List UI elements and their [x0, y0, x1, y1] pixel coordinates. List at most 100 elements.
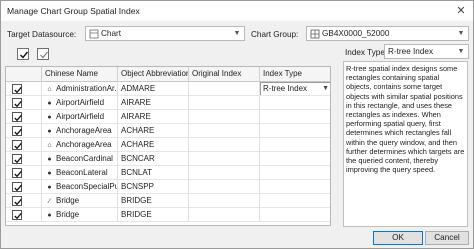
chinese-name-cell[interactable]: ● AnchorageArea: [42, 124, 118, 138]
chinese-name-cell[interactable]: ● BeaconCardinal: [42, 152, 118, 166]
index-type-label: Index Type:: [345, 48, 388, 57]
chinese-name-cell[interactable]: ∕ Bridge: [42, 194, 118, 208]
point-geometry-icon: ●: [47, 170, 52, 177]
table-row[interactable]: ● AirportAirfield AIRARE: [6, 110, 330, 124]
cancel-button[interactable]: Cancel: [425, 231, 469, 245]
row-checkbox[interactable]: [12, 112, 22, 122]
index-type-cell[interactable]: [260, 138, 330, 152]
index-type-dropdown[interactable]: R-tree Index ▼: [260, 82, 330, 95]
row-checkbox[interactable]: [12, 210, 22, 220]
target-datasource-value: Chart: [101, 29, 122, 38]
chinese-name-cell[interactable]: ⌂ AdministrationAr...: [42, 82, 118, 96]
row-check-cell: [6, 194, 42, 208]
chinese-name-cell[interactable]: ⌂ AnchorageArea: [42, 138, 118, 152]
row-checkbox[interactable]: [12, 154, 22, 164]
chinese-name-cell[interactable]: ● Bridge: [42, 208, 118, 222]
object-abbreviation-cell[interactable]: BCNLAT: [118, 166, 189, 180]
point-geometry-icon: ●: [47, 128, 52, 135]
original-index-cell[interactable]: [189, 152, 260, 166]
chevron-down-icon[interactable]: ▼: [456, 46, 466, 58]
chinese-name-text: AnchorageArea: [56, 140, 112, 149]
index-description: R-tree spatial index designs some rectan…: [343, 61, 468, 227]
index-type-cell[interactable]: [260, 166, 330, 180]
object-abbreviation-cell[interactable]: BRIDGE: [118, 194, 189, 208]
chart-group-combo[interactable]: GB4X0000_52000 ▼: [306, 26, 469, 41]
table-row[interactable]: ● AirportAirfield AIRARE: [6, 96, 330, 110]
layer-index-table[interactable]: Chinese Name Object Abbreviation Origina…: [5, 66, 331, 226]
chevron-down-icon[interactable]: ▼: [322, 83, 329, 95]
select-all-checkbox-icon[interactable]: [17, 48, 29, 60]
table-row[interactable]: ● Bridge BRIDGE: [6, 208, 330, 222]
table-row[interactable]: ● BeaconCardinal BCNCAR: [6, 152, 330, 166]
datasource-icon: [89, 29, 99, 39]
table-row[interactable]: ⌂ AdministrationAr... ADMARE R-tree Index ▼: [6, 82, 330, 96]
row-check-cell: [6, 166, 42, 180]
object-abbreviation-cell[interactable]: AIRARE: [118, 110, 189, 124]
chevron-down-icon[interactable]: ▼: [456, 28, 466, 40]
row-checkbox[interactable]: [12, 84, 22, 94]
index-type-cell[interactable]: [260, 194, 330, 208]
row-check-cell: [6, 138, 42, 152]
original-index-cell[interactable]: [189, 194, 260, 208]
object-abbreviation-cell[interactable]: AIRARE: [118, 96, 189, 110]
column-header-check[interactable]: [6, 67, 42, 82]
object-abbreviation-cell[interactable]: BCNSPP: [118, 180, 189, 194]
target-datasource-combo[interactable]: Chart ▼: [85, 26, 245, 41]
row-checkbox[interactable]: [12, 140, 22, 150]
index-type-cell[interactable]: [260, 208, 330, 222]
chevron-down-icon[interactable]: ▼: [232, 28, 242, 40]
object-abbreviation-cell[interactable]: ADMARE: [118, 82, 189, 96]
table-row[interactable]: ● AnchorageArea ACHARE: [6, 124, 330, 138]
index-type-cell[interactable]: R-tree Index ▼: [260, 82, 330, 96]
row-checkbox[interactable]: [12, 182, 22, 192]
chinese-name-cell[interactable]: ● BeaconLateral: [42, 166, 118, 180]
original-index-cell[interactable]: [189, 110, 260, 124]
index-type-cell[interactable]: [260, 124, 330, 138]
close-icon[interactable]: ✕: [453, 3, 469, 19]
row-checkbox[interactable]: [12, 196, 22, 206]
select-invert-checkbox-icon[interactable]: [37, 48, 49, 60]
table-header: Chinese Name Object Abbreviation Origina…: [6, 67, 330, 82]
object-abbreviation-cell[interactable]: ACHARE: [118, 138, 189, 152]
object-abbreviation-cell[interactable]: ACHARE: [118, 124, 189, 138]
column-header-original-index[interactable]: Original Index: [189, 67, 260, 82]
index-type-cell[interactable]: [260, 110, 330, 124]
column-header-chinese-name[interactable]: Chinese Name: [42, 67, 118, 82]
ok-button[interactable]: OK: [373, 231, 423, 245]
index-type-cell[interactable]: [260, 152, 330, 166]
region-geometry-icon: ⌂: [47, 142, 52, 149]
row-checkbox[interactable]: [12, 168, 22, 178]
index-type-dropdown-value: R-tree Index: [263, 84, 308, 93]
table-row[interactable]: ● BeaconSpecialPu...BCNSPP: [6, 180, 330, 194]
chart-group-icon: [310, 29, 320, 39]
point-geometry-icon: ●: [47, 212, 52, 219]
chinese-name-text: AdministrationAr...: [56, 84, 118, 93]
table-row[interactable]: ⌂ AnchorageArea ACHARE: [6, 138, 330, 152]
row-check-cell: [6, 96, 42, 110]
point-geometry-icon: ●: [47, 114, 52, 121]
chinese-name-cell[interactable]: ● AirportAirfield: [42, 96, 118, 110]
table-row[interactable]: ∕ Bridge BRIDGE: [6, 194, 330, 208]
original-index-cell[interactable]: [189, 208, 260, 222]
original-index-cell[interactable]: [189, 138, 260, 152]
original-index-cell[interactable]: [189, 82, 260, 96]
original-index-cell[interactable]: [189, 124, 260, 138]
chinese-name-cell[interactable]: ● BeaconSpecialPu...: [42, 180, 118, 194]
row-checkbox[interactable]: [12, 126, 22, 136]
chinese-name-text: BeaconLateral: [56, 168, 108, 177]
table-row[interactable]: ● BeaconLateral BCNLAT: [6, 166, 330, 180]
object-abbreviation-cell[interactable]: BRIDGE: [118, 208, 189, 222]
row-checkbox[interactable]: [12, 98, 22, 108]
index-type-cell[interactable]: [260, 180, 330, 194]
index-type-cell[interactable]: [260, 96, 330, 110]
original-index-cell[interactable]: [189, 166, 260, 180]
original-index-cell[interactable]: [189, 96, 260, 110]
original-index-cell[interactable]: [189, 180, 260, 194]
index-type-combo[interactable]: R-tree Index ▼: [384, 44, 469, 59]
chinese-name-cell[interactable]: ● AirportAirfield: [42, 110, 118, 124]
column-header-index-type[interactable]: Index Type: [260, 67, 330, 82]
point-geometry-icon: ●: [47, 184, 52, 191]
column-header-object-abbreviation[interactable]: Object Abbreviation: [118, 67, 189, 82]
index-type-value: R-tree Index: [388, 47, 434, 56]
object-abbreviation-cell[interactable]: BCNCAR: [118, 152, 189, 166]
